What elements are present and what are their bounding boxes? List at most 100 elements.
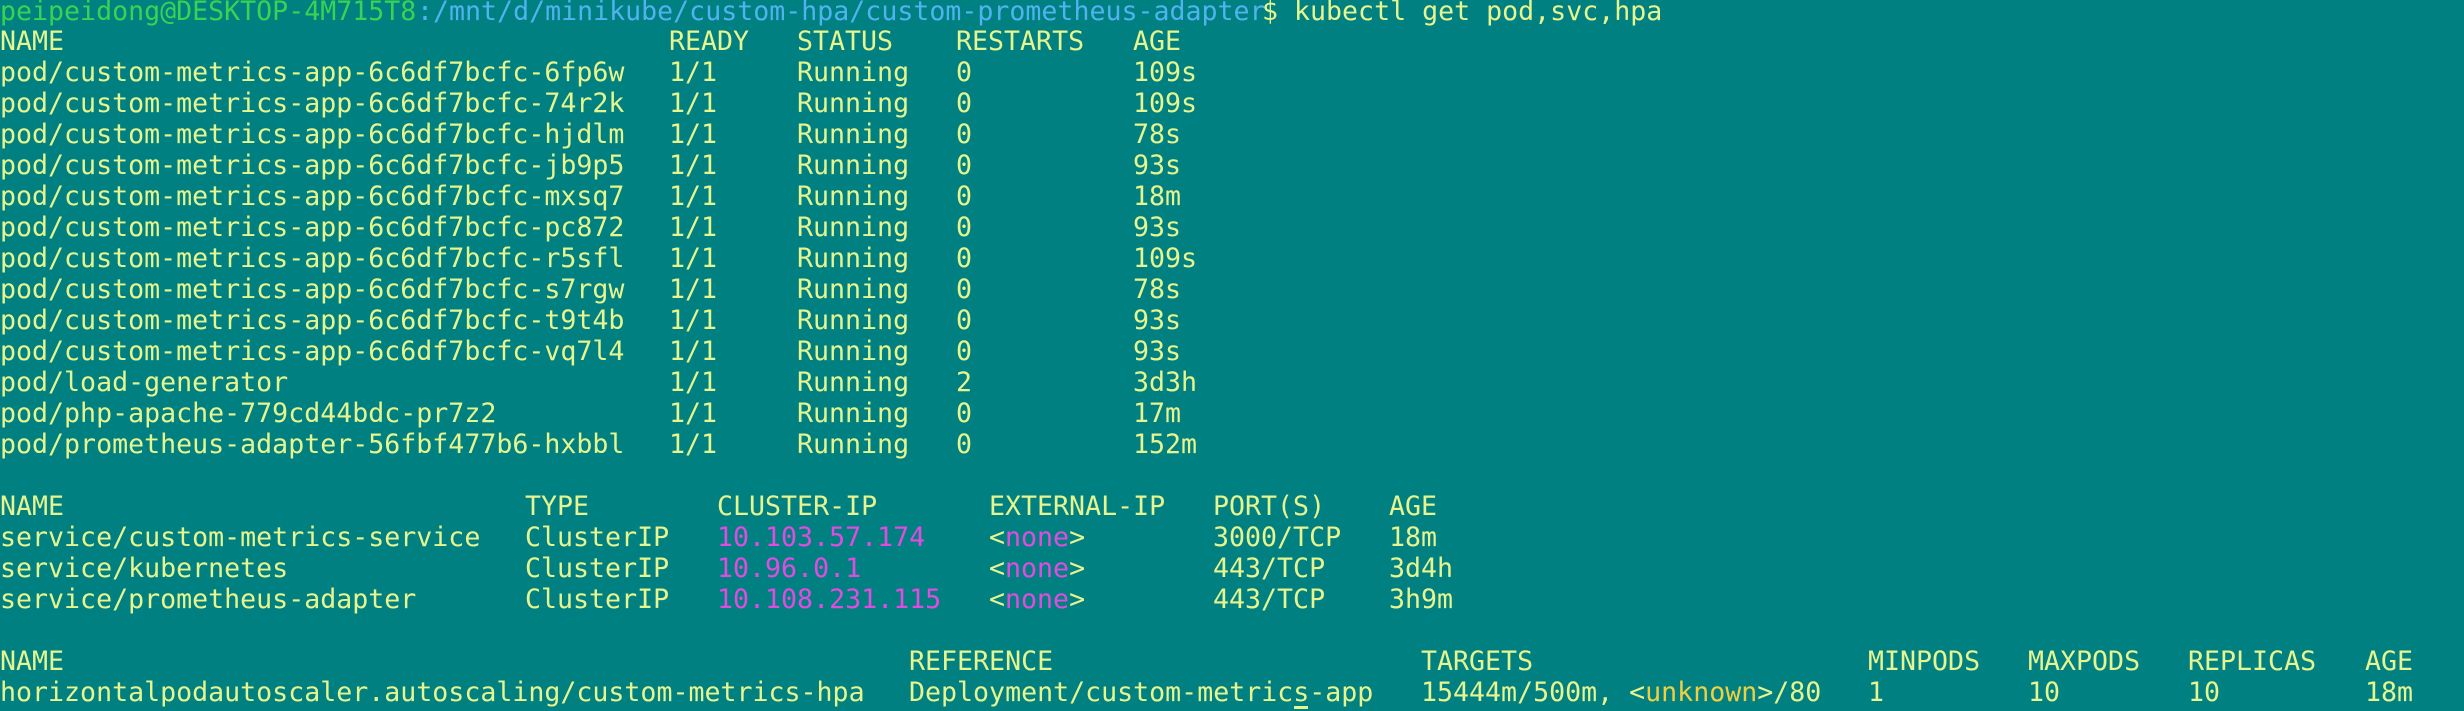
service-ports: 3000/TCP [1213, 522, 1342, 553]
pod-status: Running [797, 367, 910, 398]
hpa-age: 18m [2365, 677, 2414, 708]
pod-status: Running [797, 305, 910, 336]
pod-name: pod/custom-metrics-app-6c6df7bcfc-hjdlm [0, 119, 625, 150]
pod-ready: 1/1 [669, 181, 718, 212]
hpa-header-age: AGE [2365, 646, 2414, 677]
service-cluster-ip: 10.96.0.1 [717, 553, 862, 584]
pod-ready: 1/1 [669, 429, 718, 460]
hpa-reference: Deployment/custom-metrics-app [909, 677, 1374, 708]
pod-ready: 1/1 [669, 367, 718, 398]
service-ports: 443/TCP [1213, 553, 1326, 584]
pod-restarts: 2 [956, 367, 973, 398]
pod-status: Running [797, 181, 910, 212]
pod-ready: 1/1 [669, 305, 718, 336]
pod-age: 109s [1133, 57, 1198, 88]
pod-restarts: 0 [956, 398, 973, 429]
pod-ready: 1/1 [669, 57, 718, 88]
pod-status: Running [797, 88, 910, 119]
services-header-external-ip: EXTERNAL-IP [989, 491, 1166, 522]
service-name: service/prometheus-adapter [0, 584, 417, 615]
pod-ready: 1/1 [669, 88, 718, 119]
pod-status: Running [797, 429, 910, 460]
hpa-header-row: NAME REFERENCE TARGETS MINPODS MAXPODS R… [0, 646, 2413, 677]
terminal-window[interactable]: peipeidong@DESKTOP-4M715T8 :/mnt/d/minik… [0, 0, 2464, 711]
external-ip-none: none [1005, 584, 1070, 615]
pod-restarts: 0 [956, 119, 973, 150]
pod-age: 93s [1133, 336, 1182, 367]
service-type: ClusterIP [525, 584, 670, 615]
services-header-age: AGE [1389, 491, 1438, 522]
pod-name: pod/php-apache-779cd44bdc-pr7z2 [0, 398, 497, 429]
pod-name: pod/custom-metrics-app-6c6df7bcfc-pc872 [0, 212, 625, 243]
services-header-name: NAME [0, 491, 65, 522]
hpa-row: horizontalpodautoscaler.autoscaling/cust… [0, 677, 2413, 708]
pod-status: Running [797, 398, 910, 429]
pod-status: Running [797, 150, 910, 181]
pod-name: pod/custom-metrics-app-6c6df7bcfc-s7rgw [0, 274, 625, 305]
pod-ready: 1/1 [669, 336, 718, 367]
service-name: service/kubernetes [0, 553, 289, 584]
pod-status: Running [797, 336, 910, 367]
pod-age: 152m [1133, 429, 1198, 460]
hpa-maxpods: 10 [2028, 677, 2061, 708]
pod-name: pod/custom-metrics-app-6c6df7bcfc-t9t4b [0, 305, 625, 336]
pod-ready: 1/1 [669, 243, 718, 274]
hpa-header-reference: REFERENCE [909, 646, 1054, 677]
pod-name: pod/custom-metrics-app-6c6df7bcfc-mxsq7 [0, 181, 625, 212]
service-age: 18m [1389, 522, 1438, 553]
pod-restarts: 0 [956, 181, 973, 212]
pod-status: Running [797, 274, 910, 305]
hpa-header-replicas: REPLICAS [2188, 646, 2317, 677]
services-header-cluster-ip: CLUSTER-IP [717, 491, 878, 522]
pod-restarts: 0 [956, 305, 973, 336]
pod-ready: 1/1 [669, 150, 718, 181]
pods-header-ready: READY [669, 26, 750, 57]
pod-age: 93s [1133, 150, 1182, 181]
service-cluster-ip: 10.103.57.174 [717, 522, 926, 553]
hpa-replicas: 10 [2188, 677, 2221, 708]
services-header-row: NAME TYPE CLUSTER-IP EXTERNAL-IP PORT(S)… [0, 491, 1437, 522]
pod-ready: 1/1 [669, 119, 718, 150]
hpa-header-minpods: MINPODS [1868, 646, 1981, 677]
pods-header-name: NAME [0, 26, 65, 57]
external-ip-none: none [1005, 522, 1070, 553]
pod-age: 93s [1133, 212, 1182, 243]
pods-header-restarts: RESTARTS [956, 26, 1085, 57]
pod-age: 17m [1133, 398, 1182, 429]
pod-ready: 1/1 [669, 398, 718, 429]
text-cursor [1294, 706, 1308, 709]
services-header-ports: PORT(S) [1213, 491, 1326, 522]
prompt-line: peipeidong@DESKTOP-4M715T8 :/mnt/d/minik… [0, 0, 1662, 27]
pod-restarts: 0 [956, 150, 973, 181]
pod-age: 109s [1133, 243, 1198, 274]
pod-restarts: 0 [956, 212, 973, 243]
pod-name: pod/prometheus-adapter-56fbf477b6-hxbbl [0, 429, 625, 460]
pod-age: 3d3h [1133, 367, 1198, 398]
pod-status: Running [797, 57, 910, 88]
pod-name: pod/custom-metrics-app-6c6df7bcfc-r5sfl [0, 243, 625, 274]
service-age: 3h9m [1389, 584, 1454, 615]
pods-header-status: STATUS [797, 26, 894, 57]
prompt-symbol: $ [1262, 0, 1279, 27]
services-header-type: TYPE [525, 491, 590, 522]
pod-status: Running [797, 119, 910, 150]
service-age: 3d4h [1389, 553, 1454, 584]
pod-age: 78s [1133, 119, 1182, 150]
service-external-ip: <none> [989, 584, 1086, 615]
pod-age: 93s [1133, 305, 1182, 336]
pod-age: 109s [1133, 88, 1198, 119]
service-type: ClusterIP [525, 522, 670, 553]
hpa-header-targets: TARGETS [1421, 646, 1534, 677]
pods-header-row: NAME READY STATUS RESTARTS AGE [0, 26, 1181, 57]
pod-name: pod/load-generator [0, 367, 289, 398]
pod-status: Running [797, 243, 910, 274]
pod-restarts: 0 [956, 274, 973, 305]
pod-restarts: 0 [956, 336, 973, 367]
pod-name: pod/custom-metrics-app-6c6df7bcfc-vq7l4 [0, 336, 625, 367]
hpa-targets: 15444m/500m, <unknown>/80 [1421, 677, 1821, 708]
hpa-name: horizontalpodautoscaler.autoscaling/cust… [0, 677, 865, 708]
pod-name: pod/custom-metrics-app-6c6df7bcfc-jb9p5 [0, 150, 625, 181]
prompt-user-host: peipeidong@DESKTOP-4M715T8 [0, 0, 417, 27]
service-cluster-ip: 10.108.231.115 [717, 584, 942, 615]
hpa-targets-unknown: unknown [1645, 677, 1758, 708]
